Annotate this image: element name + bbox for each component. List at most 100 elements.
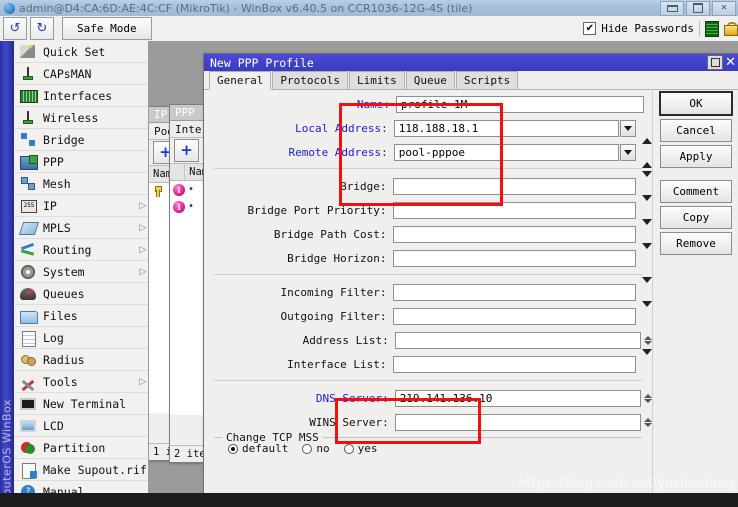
dns-server-stepper[interactable] bbox=[644, 394, 652, 403]
pppoe-server-icon bbox=[173, 183, 185, 196]
sidebar-item-make-supout[interactable]: Make Supout.rif bbox=[14, 459, 148, 481]
ppp-add-button[interactable]: + bbox=[174, 139, 199, 162]
outgoing-filter-chevron-down-icon[interactable] bbox=[642, 301, 652, 326]
bridge-horizon-chevron-down-icon[interactable] bbox=[642, 243, 652, 268]
wand-icon bbox=[20, 44, 37, 60]
incoming-filter-chevron-down-icon[interactable] bbox=[642, 277, 652, 302]
sidebar-item-capsman[interactable]: CAPsMAN bbox=[14, 63, 148, 85]
sidebar-item-interfaces[interactable]: Interfaces bbox=[14, 85, 148, 107]
redo-icon[interactable]: ↻ bbox=[30, 17, 54, 40]
sidebar-item-new-terminal[interactable]: New Terminal bbox=[14, 393, 148, 415]
wins-server-input[interactable] bbox=[394, 414, 641, 431]
sidebar-item-tools[interactable]: Tools ▷ bbox=[14, 371, 148, 393]
sidebar-item-label: New Terminal bbox=[43, 396, 127, 411]
watermark-text: https://blog.csdn.net/yuzhentong bbox=[518, 476, 734, 491]
bridge-input[interactable] bbox=[392, 178, 636, 195]
field-row-bridge-port-priority: Bridge Port Priority: bbox=[204, 195, 652, 221]
routing-icon bbox=[20, 242, 37, 258]
sidebar-item-ip[interactable]: 255 IP ▷ bbox=[14, 195, 148, 217]
cancel-button[interactable]: Cancel bbox=[660, 119, 732, 142]
safe-mode-button[interactable]: Safe Mode bbox=[62, 17, 152, 40]
interface-list-chevron-down-icon[interactable] bbox=[642, 349, 652, 374]
sidebar-item-mesh[interactable]: Mesh bbox=[14, 173, 148, 195]
apply-button[interactable]: Apply bbox=[660, 145, 732, 168]
dns-server-input[interactable]: 219.141.136.10 bbox=[394, 390, 641, 407]
bridge-port-priority-chevron-down-icon[interactable] bbox=[642, 195, 652, 220]
form-divider bbox=[214, 380, 642, 381]
sidebar-item-ppp[interactable]: PPP bbox=[14, 151, 148, 173]
local-address-expand-icon[interactable] bbox=[642, 119, 652, 144]
folder-icon bbox=[20, 308, 38, 324]
bridge-port-priority-label: Bridge Port Priority: bbox=[247, 204, 387, 217]
maximize-button[interactable] bbox=[686, 0, 710, 16]
main-menu-sidebar: RouterOS WinBox Quick Set CAPsMAN Interf… bbox=[0, 41, 149, 507]
tab-scripts[interactable]: Scripts bbox=[455, 71, 519, 89]
sidebar-item-bridge[interactable]: Bridge bbox=[14, 129, 148, 151]
sidebar-item-label: LCD bbox=[43, 418, 64, 433]
sidebar-item-radius[interactable]: Radius bbox=[14, 349, 148, 371]
radius-icon bbox=[20, 352, 37, 368]
tab-general[interactable]: General bbox=[209, 71, 272, 90]
sidebar-item-queues[interactable]: Queues bbox=[14, 283, 148, 305]
sidebar-item-quick-set[interactable]: Quick Set bbox=[14, 41, 148, 63]
sidebar-item-routing[interactable]: Routing ▷ bbox=[14, 239, 148, 261]
wins-server-stepper[interactable] bbox=[644, 418, 652, 427]
sidebar-item-label: PPP bbox=[43, 154, 64, 169]
sidebar-item-files[interactable]: Files bbox=[14, 305, 148, 327]
copy-button[interactable]: Copy bbox=[660, 206, 732, 229]
bridge-path-cost-chevron-down-icon[interactable] bbox=[642, 219, 652, 244]
dialog-body: Name: profile-1M Local Address: 118.188.… bbox=[204, 89, 738, 494]
toolbar-divider bbox=[699, 20, 700, 37]
sidebar-item-wireless[interactable]: Wireless bbox=[14, 107, 148, 129]
remote-address-input[interactable]: pool-pppoe bbox=[393, 144, 620, 161]
sidebar-item-label: CAPsMAN bbox=[43, 66, 92, 81]
sidebar-item-partition[interactable]: Partition bbox=[14, 437, 148, 459]
local-address-input[interactable]: 118.188.18.1 bbox=[393, 120, 620, 137]
sidebar-item-system[interactable]: System ▷ bbox=[14, 261, 148, 283]
bridge-chevron-down-icon[interactable] bbox=[642, 171, 652, 196]
address-list-input[interactable] bbox=[394, 332, 641, 349]
ip-icon: 255 bbox=[20, 198, 37, 214]
tab-limits[interactable]: Limits bbox=[348, 71, 405, 89]
field-row-bridge-horizon: Bridge Horizon: bbox=[204, 243, 652, 269]
outgoing-filter-input[interactable] bbox=[392, 308, 636, 325]
hide-passwords-label: Hide Passwords bbox=[601, 22, 694, 35]
remote-address-label: Remote Address: bbox=[288, 146, 388, 159]
bridge-horizon-label: Bridge Horizon: bbox=[287, 252, 387, 265]
ok-button[interactable]: OK bbox=[659, 91, 733, 116]
hide-passwords-checkbox[interactable]: ✔ bbox=[583, 22, 597, 35]
bridge-horizon-input[interactable] bbox=[392, 250, 636, 267]
remove-button[interactable]: Remove bbox=[660, 232, 732, 255]
sidebar-menu-list: Quick Set CAPsMAN Interfaces Wireless Br… bbox=[14, 41, 148, 503]
sidebar-item-label: Radius bbox=[43, 352, 85, 367]
name-input[interactable]: profile-1M bbox=[396, 96, 644, 113]
comment-button[interactable]: Comment bbox=[660, 180, 732, 203]
sidebar-item-mpls[interactable]: MPLS ▷ bbox=[14, 217, 148, 239]
remote-address-dropdown-icon[interactable] bbox=[620, 144, 636, 161]
sidebar-item-label: System bbox=[43, 264, 85, 279]
incoming-filter-label: Incoming Filter: bbox=[280, 286, 387, 299]
tab-protocols[interactable]: Protocols bbox=[272, 71, 348, 89]
sidebar-item-log[interactable]: Log bbox=[14, 327, 148, 349]
incoming-filter-input[interactable] bbox=[392, 284, 636, 301]
address-list-stepper[interactable] bbox=[644, 336, 652, 345]
partition-icon bbox=[20, 440, 37, 456]
interface-icon bbox=[20, 88, 38, 104]
close-button[interactable]: ✕ bbox=[712, 0, 736, 16]
radio-tcp-mss-yes[interactable]: yes bbox=[343, 442, 377, 455]
dialog-restore-button[interactable] bbox=[707, 55, 724, 70]
field-row-local-address: Local Address: 118.188.18.1 bbox=[204, 118, 652, 144]
remote-address-expand-icon[interactable] bbox=[642, 143, 652, 168]
lock-icon[interactable] bbox=[724, 21, 738, 36]
sidebar-item-lcd[interactable]: LCD bbox=[14, 415, 148, 437]
sidebar-item-label: Mesh bbox=[43, 176, 71, 191]
traffic-meter-icon[interactable] bbox=[705, 20, 719, 37]
interface-list-input[interactable] bbox=[392, 356, 636, 373]
local-address-dropdown-icon[interactable] bbox=[620, 120, 636, 137]
minimize-button[interactable] bbox=[660, 0, 684, 16]
dialog-close-icon[interactable]: ✕ bbox=[725, 56, 736, 69]
undo-icon[interactable]: ↺ bbox=[3, 17, 27, 40]
bridge-port-priority-input[interactable] bbox=[392, 202, 636, 219]
bridge-path-cost-input[interactable] bbox=[392, 226, 636, 243]
tab-queue[interactable]: Queue bbox=[405, 71, 455, 89]
